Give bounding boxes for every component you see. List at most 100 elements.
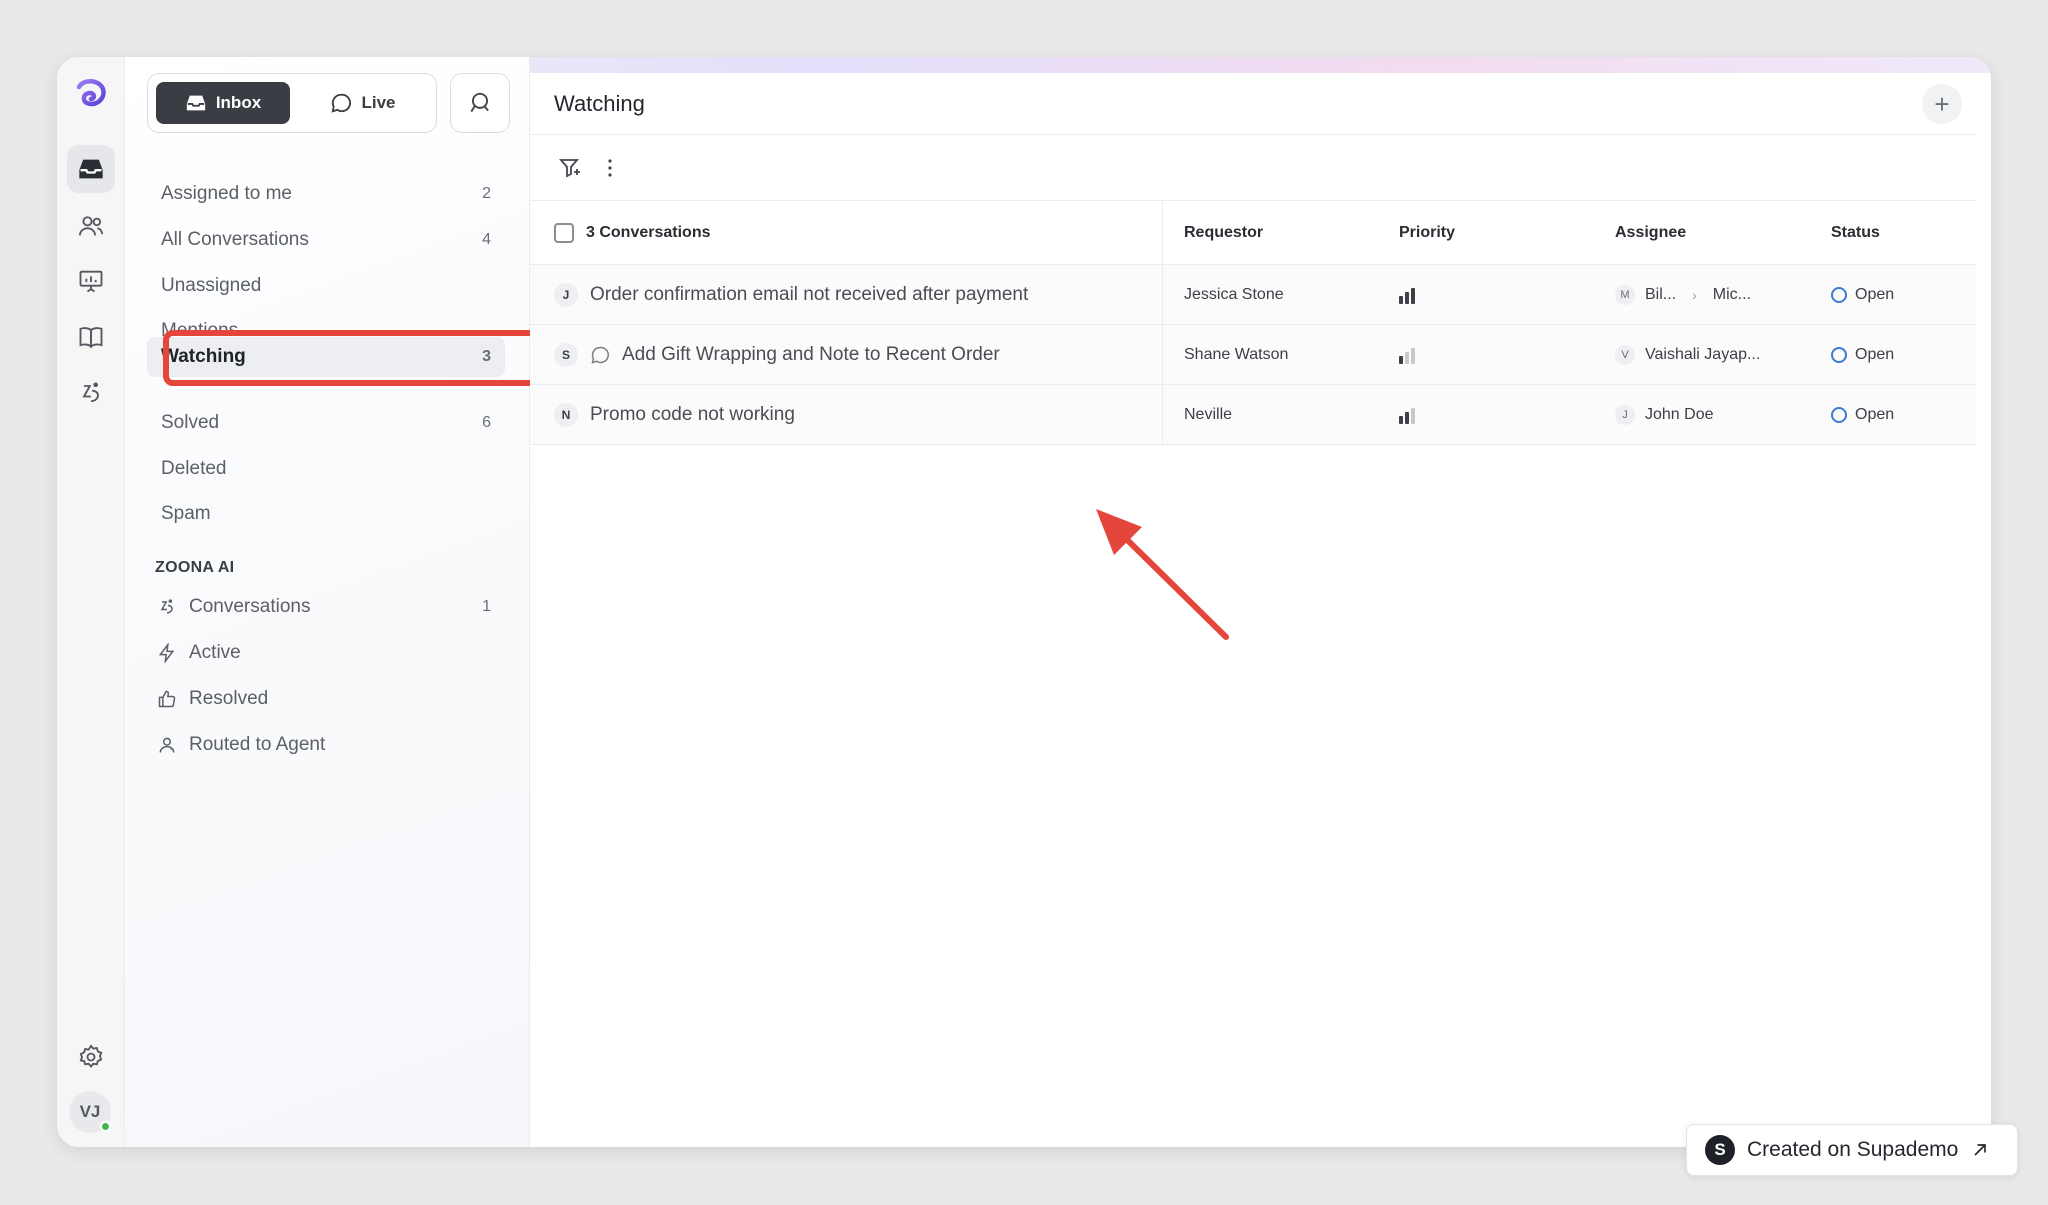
assignee-cell: M Bil... › Mic...	[1615, 284, 1751, 305]
table-row[interactable]: J Order confirmation email not received …	[530, 265, 1976, 325]
requestor-name: Shane Watson	[1184, 345, 1289, 363]
live-tab[interactable]: Live	[296, 82, 430, 124]
row-title-cell: N Promo code not working	[554, 402, 795, 427]
column-divider	[1162, 385, 1163, 444]
chat-bubble-icon	[591, 346, 609, 364]
ai-section-title: ZOONA AI	[155, 559, 235, 576]
nav-all-conversations[interactable]: All Conversations 4	[157, 220, 495, 260]
header-priority[interactable]: Priority	[1399, 224, 1455, 242]
icon-rail: VJ	[57, 57, 125, 1147]
supademo-logo: S	[1705, 1135, 1735, 1165]
inbox-sidebar: Inbox Live Assigned to me 2 All Conversa…	[125, 57, 539, 1147]
add-button[interactable]: +	[1922, 84, 1962, 124]
assignee-name: Bil...	[1645, 285, 1677, 303]
conversation-title[interactable]: Add Gift Wrapping and Note to Recent Ord…	[622, 344, 1000, 366]
app-window: VJ Inbox Live Assigned to me 2 All Conve…	[57, 57, 1991, 1147]
nav-label: All Conversations	[161, 229, 309, 250]
lightning-icon	[158, 643, 175, 663]
ai-item-label: Conversations	[189, 596, 311, 617]
inbox-live-toggle: Inbox Live	[147, 73, 437, 133]
ai-item-label: Routed to Agent	[189, 734, 326, 755]
assignee-initial-avatar: V	[1615, 344, 1635, 365]
ai-active[interactable]: Active	[157, 633, 495, 673]
external-link-icon	[1974, 1144, 1987, 1156]
nav-label: Spam	[161, 503, 211, 524]
header-conversations-col: 3 Conversations	[554, 222, 711, 243]
annotation-arrow	[1096, 509, 1229, 640]
assignee-initial-avatar: M	[1615, 284, 1635, 305]
nav-assigned-to-me[interactable]: Assigned to me 2	[157, 174, 495, 214]
nav-unassigned[interactable]: Unassigned	[157, 266, 495, 306]
requestor-name: Jessica Stone	[1184, 285, 1284, 303]
conversation-title[interactable]: Promo code not working	[590, 404, 795, 426]
zoona-icon	[82, 382, 99, 403]
filter-add-icon[interactable]	[558, 156, 582, 180]
status-open-icon	[1831, 406, 1847, 423]
priority-high-icon	[1399, 286, 1415, 304]
search-button[interactable]	[450, 73, 510, 133]
knowledge-rail-button[interactable]	[67, 313, 115, 361]
status-cell: Open	[1831, 406, 1894, 424]
assignee-cell: V Vaishali Jayap...	[1615, 344, 1761, 365]
assignee-name: Vaishali Jayap...	[1645, 345, 1761, 363]
nav-label: Assigned to me	[161, 183, 292, 204]
nav-count: 2	[482, 185, 491, 202]
reports-rail-button[interactable]	[67, 257, 115, 305]
assignee-name: John Doe	[1645, 405, 1714, 423]
supademo-label: Created on Supademo	[1747, 1138, 1959, 1161]
ai-routed-to-agent[interactable]: Routed to Agent	[157, 725, 495, 765]
nav-deleted[interactable]: Deleted	[157, 449, 495, 489]
select-all-checkbox[interactable]	[554, 222, 574, 243]
ai-resolved[interactable]: Resolved	[157, 679, 495, 719]
nav-label: Unassigned	[161, 275, 262, 296]
plus-icon: +	[1934, 88, 1950, 119]
column-divider	[1162, 325, 1163, 384]
supademo-badge[interactable]: S Created on Supademo	[1686, 1124, 2018, 1176]
avatar-initials: VJ	[79, 1102, 101, 1121]
settings-rail-button[interactable]	[67, 1033, 115, 1081]
requestor-name: Neville	[1184, 405, 1233, 423]
page-title: Watching	[554, 90, 645, 116]
app-logo-icon[interactable]	[73, 75, 109, 111]
header-requestor[interactable]: Requestor	[1184, 224, 1263, 242]
table-row[interactable]: S Add Gift Wrapping and Note to Recent O…	[530, 325, 1976, 385]
priority-medium-icon	[1399, 406, 1415, 424]
main-panel: Watching + 3 Conversations Requestor Pri…	[530, 73, 1976, 1147]
contacts-rail-button[interactable]	[67, 202, 115, 250]
status-label: Open	[1855, 285, 1895, 303]
header-status[interactable]: Status	[1831, 224, 1880, 242]
requestor-initial-avatar: J	[554, 282, 578, 307]
gear-icon	[79, 1044, 103, 1068]
nav-label: Solved	[161, 412, 220, 433]
nav-spam[interactable]: Spam	[157, 494, 495, 534]
agent-icon	[159, 737, 175, 753]
assignee-cell: J John Doe	[1615, 404, 1714, 425]
presentation-chart-icon	[79, 270, 103, 293]
status-open-icon	[1831, 286, 1847, 303]
header-assignee[interactable]: Assignee	[1615, 224, 1686, 242]
inbox-tab[interactable]: Inbox	[156, 82, 290, 124]
assignee-initial-avatar: J	[1615, 404, 1635, 425]
inbox-icon	[79, 159, 103, 179]
zoona-icon	[160, 599, 173, 614]
user-avatar[interactable]: VJ	[69, 1091, 111, 1133]
inbox-rail-button[interactable]	[67, 145, 115, 193]
ai-rail-button[interactable]	[67, 369, 115, 417]
ai-conversations[interactable]: Conversations 1	[157, 587, 495, 627]
priority-low-icon	[1399, 346, 1415, 364]
table-row[interactable]: N Promo code not working Neville J John …	[530, 385, 1976, 445]
status-open-icon	[1831, 346, 1847, 363]
nav-solved[interactable]: Solved 6	[157, 403, 495, 443]
status-cell: Open	[1831, 286, 1894, 304]
inbox-icon	[186, 95, 205, 111]
conversations-count-label: 3 Conversations	[586, 223, 711, 241]
more-vertical-icon[interactable]	[598, 156, 622, 180]
conversation-title[interactable]: Order confirmation email not received af…	[590, 284, 1028, 306]
requestor-initial-avatar: N	[554, 402, 578, 427]
status-cell: Open	[1831, 346, 1894, 364]
online-status-dot	[100, 1121, 111, 1132]
requestor-initial-avatar: S	[554, 342, 578, 367]
book-icon	[79, 327, 103, 349]
inbox-tab-label: Inbox	[215, 93, 262, 112]
main-header: Watching +	[530, 73, 1976, 135]
